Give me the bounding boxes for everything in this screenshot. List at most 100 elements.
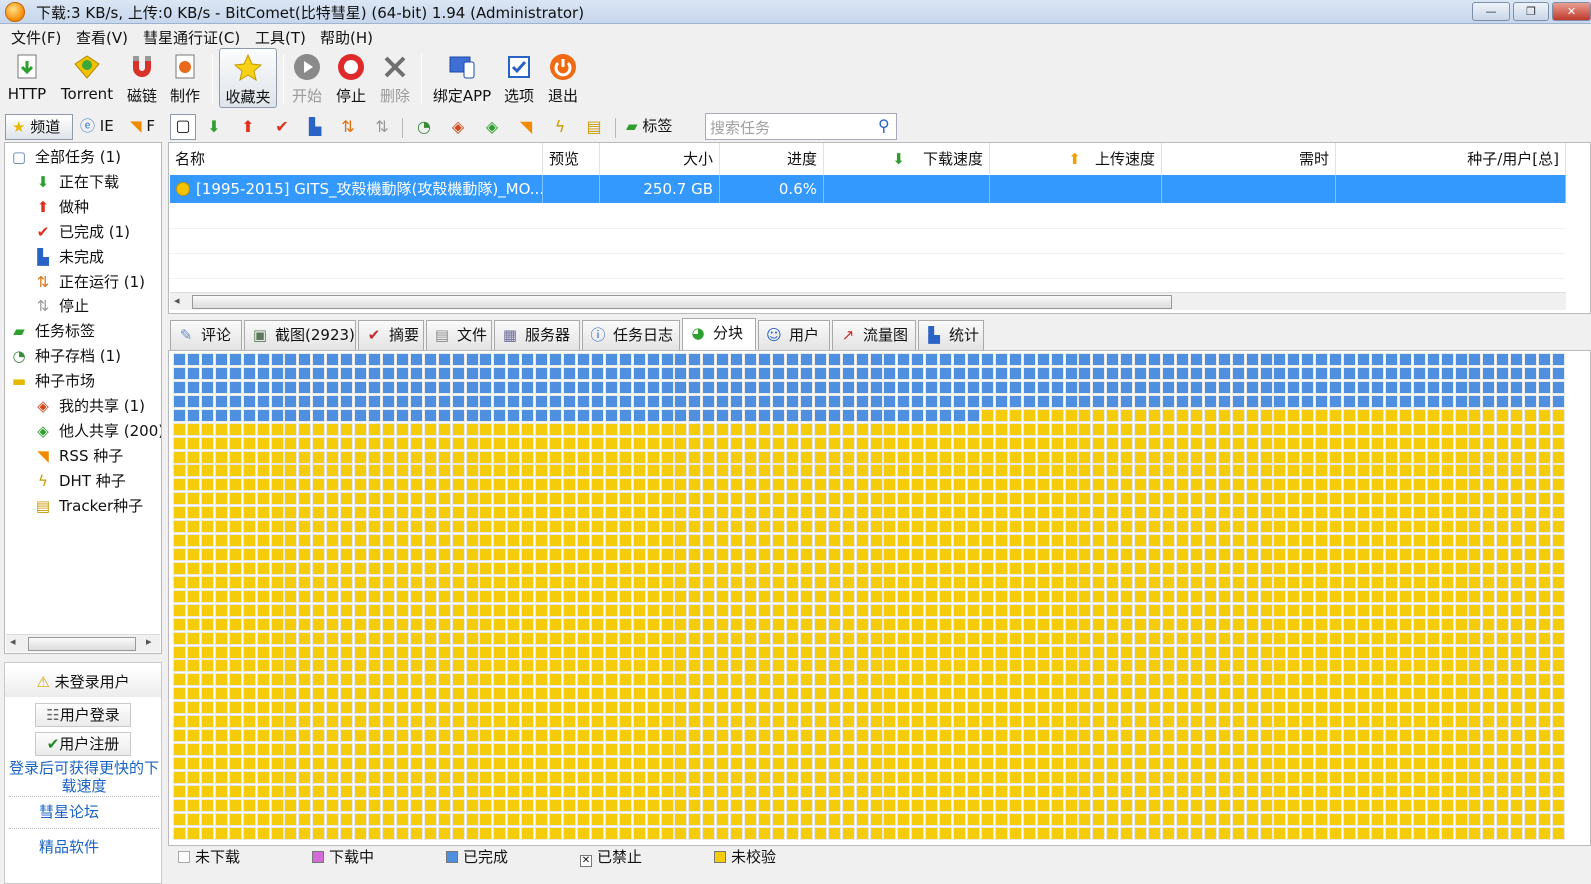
channels-tab[interactable]: ★ 频道: [5, 114, 73, 140]
column-header-progress[interactable]: 进度: [720, 143, 824, 175]
rss-filter-icon[interactable]: ◥: [515, 116, 537, 138]
sidebar-item[interactable]: ϟ DHT 种子: [33, 469, 126, 493]
column-header-peers[interactable]: 种子/用户[总]: [1336, 143, 1566, 175]
sidebar-item[interactable]: ◥ RSS 种子: [33, 444, 123, 468]
column-header-size[interactable]: 大小: [600, 143, 720, 175]
scrollbar-thumb[interactable]: [192, 295, 1172, 309]
my-share-filter-icon[interactable]: ◈: [447, 116, 469, 138]
column-header-download-speed[interactable]: ⬇ 下载速度: [824, 143, 990, 175]
piece-unverified: [535, 812, 549, 826]
sidebar-horizontal-scrollbar[interactable]: ◂ ▸: [6, 634, 160, 652]
column-header-upload-speed[interactable]: ⬆ 上传速度: [990, 143, 1162, 175]
software-link[interactable]: 精品软件: [39, 836, 99, 857]
sidebar-item[interactable]: ⬆ 做种: [33, 195, 89, 219]
delete-button[interactable]: 删除: [376, 48, 414, 108]
piece-completed: [256, 394, 270, 408]
options-button[interactable]: 选项: [500, 48, 538, 108]
sidebar-item[interactable]: ⬇ 正在下载: [33, 170, 119, 194]
scroll-left-icon[interactable]: ◂: [10, 635, 16, 648]
running-filter-icon[interactable]: ⇅: [337, 116, 359, 138]
tab-detail[interactable]: ▣ 截图(2923): [244, 320, 356, 350]
user-login-button[interactable]: ☷用户登录: [35, 703, 131, 727]
tab-detail[interactable]: ↗ 流量图: [832, 320, 916, 350]
others-share-filter-icon[interactable]: ◈: [481, 116, 503, 138]
scroll-right-icon[interactable]: ▸: [146, 635, 152, 648]
magnet-button[interactable]: 磁链: [123, 48, 161, 108]
ie-tab[interactable]: ⓔ IE: [80, 114, 120, 140]
menu-passport[interactable]: 彗星通行证(C): [143, 27, 240, 48]
piece-unverified: [1203, 450, 1217, 464]
sidebar-item[interactable]: ◈ 我的共享 (1): [33, 394, 145, 418]
sidebar-item[interactable]: ⇅ 停止: [33, 294, 89, 318]
rss-tab[interactable]: ◥ F: [130, 114, 162, 140]
tab-detail[interactable]: ◕ 分块: [682, 318, 756, 350]
piece-unverified: [897, 784, 911, 798]
sidebar-item[interactable]: ▰ 任务标签: [9, 319, 95, 343]
menu-tools[interactable]: 工具(T): [255, 27, 306, 48]
all-tasks-filter-icon[interactable]: ▢: [170, 114, 196, 140]
task-row[interactable]: [1995-2015] GITS_攻殻機動隊(攻殻機動隊)_MO... 250.…: [170, 175, 1566, 203]
exit-button[interactable]: 退出: [544, 48, 582, 108]
tab-detail[interactable]: ▙ 统计: [918, 320, 984, 350]
sidebar-item[interactable]: ◔ 种子存档 (1): [9, 344, 121, 368]
piece-unverified: [1482, 701, 1496, 715]
favorites-button[interactable]: 收藏夹: [219, 48, 277, 108]
tab-detail[interactable]: ⓘ 任务日志: [582, 320, 680, 350]
tab-detail[interactable]: ✎ 评论: [170, 320, 242, 350]
sidebar-item[interactable]: ▙ 未完成: [33, 245, 104, 269]
column-header-preview[interactable]: 预览: [543, 143, 600, 175]
seeding-filter-icon[interactable]: ⬆: [237, 116, 259, 138]
stopped-filter-icon[interactable]: ⇅: [371, 116, 393, 138]
torrent-button[interactable]: Torrent: [57, 48, 117, 108]
forum-link[interactable]: 彗星论坛: [39, 801, 99, 822]
tab-detail[interactable]: ▦ 服务器: [494, 320, 580, 350]
sidebar-item[interactable]: ▬ 种子市场: [9, 369, 95, 393]
piece-unverified: [939, 520, 953, 534]
dht-filter-icon[interactable]: ϟ: [549, 116, 571, 138]
tab-detail[interactable]: ☺ 用户: [758, 320, 830, 350]
close-button[interactable]: ✕: [1552, 2, 1591, 21]
menu-view[interactable]: 查看(V): [76, 27, 128, 48]
sidebar-item[interactable]: ⇅ 正在运行 (1): [33, 270, 145, 294]
sidebar-item[interactable]: ✔ 已完成 (1): [33, 220, 130, 244]
minimize-button[interactable]: —: [1472, 2, 1510, 21]
menu-help[interactable]: 帮助(H): [320, 27, 373, 48]
piece-unverified: [437, 548, 451, 562]
make-torrent-button[interactable]: 制作: [166, 48, 204, 108]
search-icon[interactable]: ⚲: [878, 116, 890, 135]
bind-app-button[interactable]: 绑定APP: [430, 48, 494, 108]
sidebar-item[interactable]: ▤ Tracker种子: [33, 494, 143, 518]
task-list-horizontal-scrollbar[interactable]: ◂: [170, 292, 1566, 310]
piece-unverified: [228, 743, 242, 757]
piece-unverified: [980, 575, 994, 589]
piece-completed: [1203, 394, 1217, 408]
column-header-name[interactable]: 名称: [169, 143, 543, 175]
tag-filter-button[interactable]: ▰ 标签: [626, 114, 692, 140]
downloading-filter-icon[interactable]: ⬇: [203, 116, 225, 138]
menu-file[interactable]: 文件(F): [11, 27, 61, 48]
user-register-button[interactable]: ✔用户注册: [35, 732, 131, 756]
column-header-eta[interactable]: 需时: [1162, 143, 1336, 175]
http-button[interactable]: HTTP: [4, 48, 50, 108]
tab-detail[interactable]: ✔ 摘要: [358, 320, 424, 350]
restore-button[interactable]: ❐: [1513, 2, 1549, 21]
completed-filter-icon[interactable]: ✔: [271, 116, 293, 138]
piece-unverified: [312, 561, 326, 575]
piece-completed: [869, 380, 883, 394]
piece-unverified: [354, 478, 368, 492]
archive-filter-icon[interactable]: ◔: [413, 116, 435, 138]
piece-unverified: [326, 631, 340, 645]
login-promo-link[interactable]: 登录后可获得更快的下载速度: [7, 759, 161, 795]
sidebar-item[interactable]: ◈ 他人共享 (200): [33, 419, 161, 443]
search-input[interactable]: 搜索任务 ⚲: [705, 113, 897, 140]
incomplete-filter-icon[interactable]: ▙: [304, 116, 326, 138]
tracker-filter-icon[interactable]: ▤: [583, 116, 605, 138]
scroll-left-icon[interactable]: ◂: [174, 294, 180, 307]
stop-button[interactable]: 停止: [332, 48, 370, 108]
piece-completed: [465, 380, 479, 394]
tab-label: 截图(2923): [275, 326, 355, 344]
sidebar-item[interactable]: ▢ 全部任务 (1): [9, 145, 121, 169]
scrollbar-thumb[interactable]: [28, 637, 136, 651]
tab-detail[interactable]: ▤ 文件: [426, 320, 492, 350]
start-button[interactable]: 开始: [288, 48, 326, 108]
